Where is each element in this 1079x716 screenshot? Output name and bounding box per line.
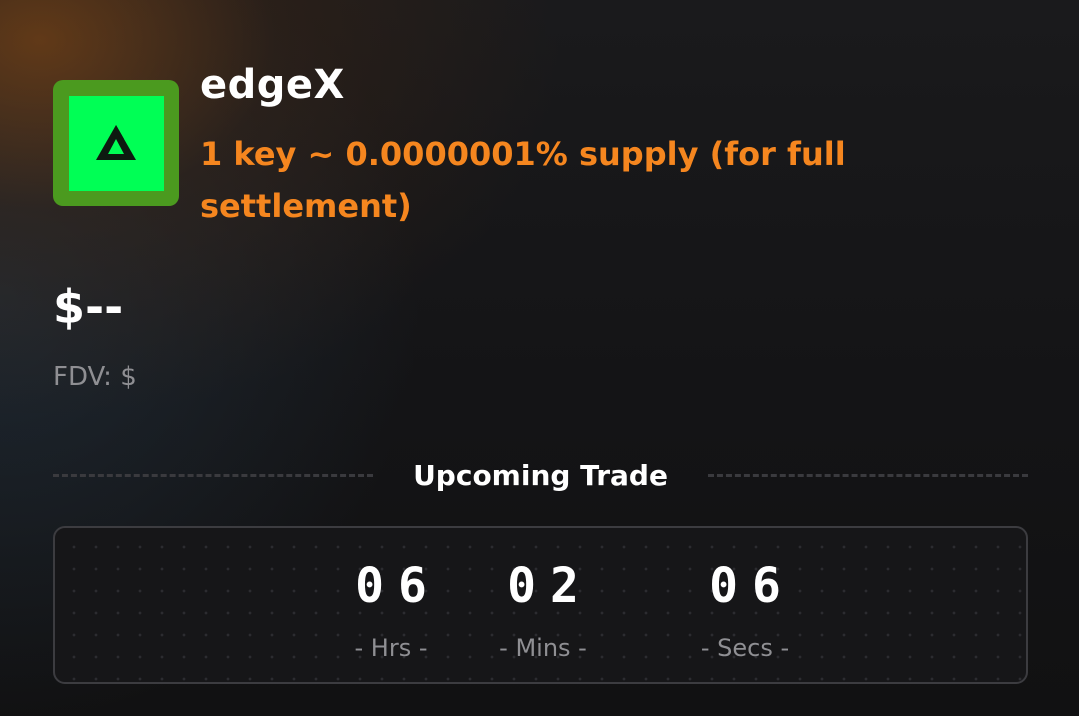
section-divider: Upcoming Trade — [53, 455, 1028, 495]
hours-digits: 06 — [355, 558, 441, 614]
section-title: Upcoming Trade — [413, 458, 668, 492]
seconds-label: - Secs - — [700, 634, 790, 662]
minutes-label: - Mins - — [499, 634, 587, 662]
token-logo — [53, 80, 179, 206]
token-price: $-- — [53, 280, 124, 334]
seconds-digits: 06 — [709, 558, 795, 614]
dash-line-left — [53, 473, 374, 477]
countdown-minutes: 02 - Mins - — [463, 558, 623, 662]
logo-inner — [68, 95, 164, 191]
token-description: 1 key ~ 0.0000001% supply (for full sett… — [200, 135, 846, 225]
hours-label: - Hrs - — [354, 634, 428, 662]
token-name: edgeX — [200, 62, 345, 108]
dash-line-right — [707, 473, 1028, 477]
countdown-timer: 06 - Hrs - 02 - Mins - 06 - Secs - — [53, 526, 1028, 684]
countdown-hours: 06 - Hrs - — [311, 558, 471, 662]
token-card: edgeX 1 key ~ 0.0000001% supply (for ful… — [0, 0, 1079, 716]
fdv-value: FDV: $ — [53, 362, 137, 392]
minutes-digits: 02 — [507, 558, 593, 614]
countdown-seconds: 06 - Secs - — [665, 558, 825, 662]
edgex-logo-icon — [96, 125, 136, 160]
